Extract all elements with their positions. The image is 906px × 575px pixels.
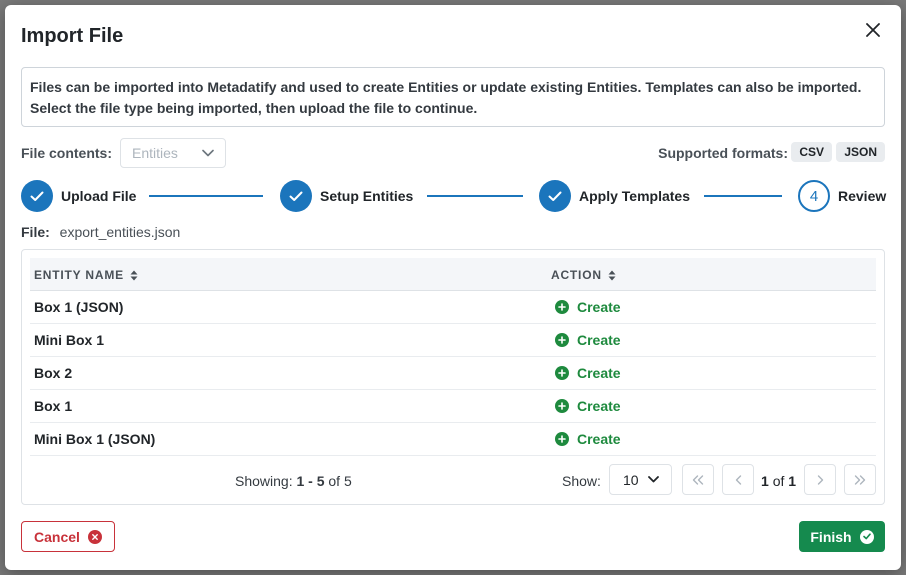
close-icon — [866, 23, 880, 37]
step-label: Apply Templates — [579, 188, 690, 204]
step-connector — [149, 195, 263, 197]
entity-name: Box 2 — [34, 365, 73, 381]
column-header-entity-name[interactable]: ENTITY NAME — [34, 268, 138, 282]
action-create: Create — [555, 299, 621, 315]
table-row: Box 1 (JSON) Create — [30, 291, 876, 324]
step-current-indicator: 4 — [798, 180, 830, 212]
step-apply-templates: Apply Templates — [539, 180, 690, 212]
page-indicator: 1 of 1 — [761, 473, 797, 489]
plus-circle-icon — [555, 300, 569, 314]
file-label: File: — [21, 224, 50, 240]
action-create: Create — [555, 332, 621, 348]
step-complete-indicator — [280, 180, 312, 212]
action-create: Create — [555, 431, 621, 447]
supported-formats-label: Supported formats: — [658, 145, 788, 161]
close-circle-icon — [87, 529, 102, 544]
plus-circle-icon — [555, 399, 569, 413]
step-review: 4 Review — [798, 180, 886, 212]
close-button[interactable] — [863, 20, 883, 40]
table-row: Box 1 Create — [30, 390, 876, 423]
sort-icon — [130, 270, 138, 280]
step-setup-entities: Setup Entities — [280, 180, 413, 212]
step-label: Upload File — [61, 188, 137, 204]
step-label: Setup Entities — [320, 188, 414, 204]
step-connector — [427, 195, 523, 197]
file-name: export_entities.json — [59, 224, 181, 240]
format-badge-csv: CSV — [791, 142, 832, 162]
double-chevron-right-icon — [854, 474, 866, 485]
next-page-button[interactable] — [804, 464, 836, 495]
step-complete-indicator — [539, 180, 571, 212]
page-size-label: Show: — [562, 473, 601, 489]
file-contents-row: File contents: Entities Supported format… — [21, 137, 885, 169]
format-badge-json: JSON — [836, 142, 885, 162]
file-contents-select[interactable]: Entities — [120, 138, 226, 168]
action-create: Create — [555, 365, 621, 381]
entity-name: Mini Box 1 (JSON) — [34, 431, 156, 447]
checkmark-icon — [548, 191, 562, 201]
first-page-button[interactable] — [682, 464, 714, 495]
step-upload-file: Upload File — [21, 180, 136, 212]
file-contents-value: Entities — [132, 145, 178, 161]
chevron-down-icon — [202, 149, 214, 157]
page-size-select[interactable]: 10 — [609, 464, 672, 495]
file-contents-label: File contents: — [21, 145, 113, 161]
import-stepper: Upload File Setup Entities Apply Templat… — [21, 180, 886, 212]
page-size-value: 10 — [623, 472, 639, 488]
column-header-action[interactable]: ACTION — [551, 268, 616, 282]
chevron-left-icon — [735, 474, 741, 485]
action-create: Create — [555, 398, 621, 414]
entity-name: Box 1 — [34, 398, 73, 414]
step-label: Review — [838, 188, 887, 204]
plus-circle-icon — [555, 366, 569, 380]
table-row: Mini Box 1 (JSON) Create — [30, 423, 876, 456]
info-description: Files can be imported into Metadatify an… — [21, 67, 885, 127]
finish-button[interactable]: Finish — [799, 521, 885, 552]
modal-title: Import File — [21, 25, 124, 47]
chevron-right-icon — [817, 474, 823, 485]
double-chevron-left-icon — [692, 474, 704, 485]
sort-icon — [608, 270, 616, 280]
entity-name: Box 1 (JSON) — [34, 299, 124, 315]
plus-circle-icon — [555, 432, 569, 446]
checkmark-icon — [289, 191, 303, 201]
import-file-modal: Import File Files can be imported into M… — [5, 5, 901, 570]
checkmark-icon — [30, 191, 44, 201]
chevron-down-icon — [648, 476, 659, 483]
previous-page-button[interactable] — [722, 464, 754, 495]
table-header: ENTITY NAME ACTION — [30, 258, 876, 291]
step-complete-indicator — [21, 180, 53, 212]
last-page-button[interactable] — [844, 464, 876, 495]
table-row: Box 2 Create — [30, 357, 876, 390]
plus-circle-icon — [555, 333, 569, 347]
showing-summary: Showing: 1 - 5 of 5 — [235, 473, 352, 489]
step-connector — [704, 195, 782, 197]
review-table: ENTITY NAME ACTION Box 1 (JSON) Create M… — [21, 249, 885, 505]
selected-file: File: export_entities.json — [21, 224, 180, 240]
table-pagination: Showing: 1 - 5 of 5 Show: 10 1 of 1 — [30, 464, 876, 496]
cancel-button[interactable]: Cancel — [21, 521, 115, 552]
entity-name: Mini Box 1 — [34, 332, 105, 348]
check-circle-icon — [859, 529, 874, 544]
table-row: Mini Box 1 Create — [30, 324, 876, 357]
